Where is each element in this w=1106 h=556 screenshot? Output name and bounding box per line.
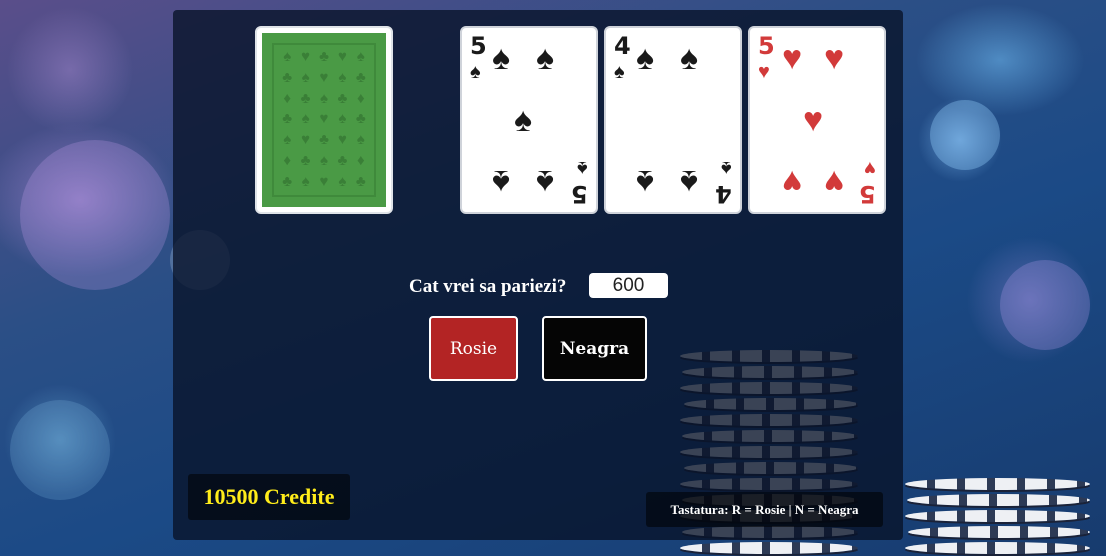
heart-icon: ♥ xyxy=(824,163,845,200)
spade-icon: ♠ xyxy=(536,40,555,77)
card-rank: 5 xyxy=(470,32,487,60)
card-rank: 5 xyxy=(571,180,588,208)
heart-icon: ♥ xyxy=(758,61,770,83)
chip-stack-right xyxy=(905,478,1095,556)
spade-icon: ♠ xyxy=(577,157,588,179)
heart-icon: ♥ xyxy=(824,40,845,77)
bet-black-button[interactable]: Neagra xyxy=(542,316,647,381)
spade-icon: ♠ xyxy=(514,102,533,139)
keyboard-hint: Tastatura: R = Rosie | N = Neagra xyxy=(646,492,883,527)
credits-display: 10500 Credite xyxy=(188,474,350,520)
heart-icon: ♥ xyxy=(782,40,803,77)
spade-icon: ♠ xyxy=(636,163,655,200)
spade-icon: ♠ xyxy=(470,61,481,83)
bet-label: Cat vrei sa pariezi? xyxy=(409,276,567,297)
card-face-down: ♠ ♥ ♣ ♥ ♠ ♣ ♠ ♥ ♠ ♣ ♦ ♣ ♠ ♣ ♦ ♣ ♠ ♥ ♠ ♣ ♠ ♥ ♣ ♥ ♠ ♦ ♣ ♠ ♣ ♦ ♣ ♠ ♥ ♠… xyxy=(255,26,393,214)
card-rank: 5 xyxy=(859,180,876,208)
card-5-hearts: 5 ♥ ♥ ♥ ♥ ♥ ♥ ♥ 5 xyxy=(748,26,886,214)
spade-icon: ♠ xyxy=(614,61,625,83)
spade-icon: ♠ xyxy=(680,163,699,200)
card-5-spades: 5 ♠ ♠ ♠ ♠ ♠ ♠ ♠ 5 xyxy=(460,26,598,214)
spade-icon: ♠ xyxy=(636,40,655,77)
card-rank: 4 xyxy=(715,180,732,208)
card-4-spades: 4 ♠ ♠ ♠ ♠ ♠ ♠ 4 xyxy=(604,26,742,214)
spade-icon: ♠ xyxy=(492,163,511,200)
card-back-design: ♠ ♥ ♣ ♥ ♠ ♣ ♠ ♥ ♠ ♣ ♦ ♣ ♠ ♣ ♦ ♣ ♠ ♥ ♠ ♣ ♠ ♥ ♣ ♥ ♠ ♦ ♣ ♠ ♣ ♦ ♣ ♠ ♥ ♠… xyxy=(262,33,386,207)
bet-amount-input[interactable] xyxy=(589,273,668,298)
spade-icon: ♠ xyxy=(536,163,555,200)
heart-icon: ♥ xyxy=(782,163,803,200)
heart-icon: ♥ xyxy=(864,157,876,179)
bet-red-button[interactable]: Rosie xyxy=(429,316,518,381)
spade-icon: ♠ xyxy=(492,40,511,77)
card-rank: 5 xyxy=(758,32,775,60)
card-rank: 4 xyxy=(614,32,631,60)
spade-icon: ♠ xyxy=(680,40,699,77)
heart-icon: ♥ xyxy=(803,102,824,139)
spade-icon: ♠ xyxy=(721,157,732,179)
